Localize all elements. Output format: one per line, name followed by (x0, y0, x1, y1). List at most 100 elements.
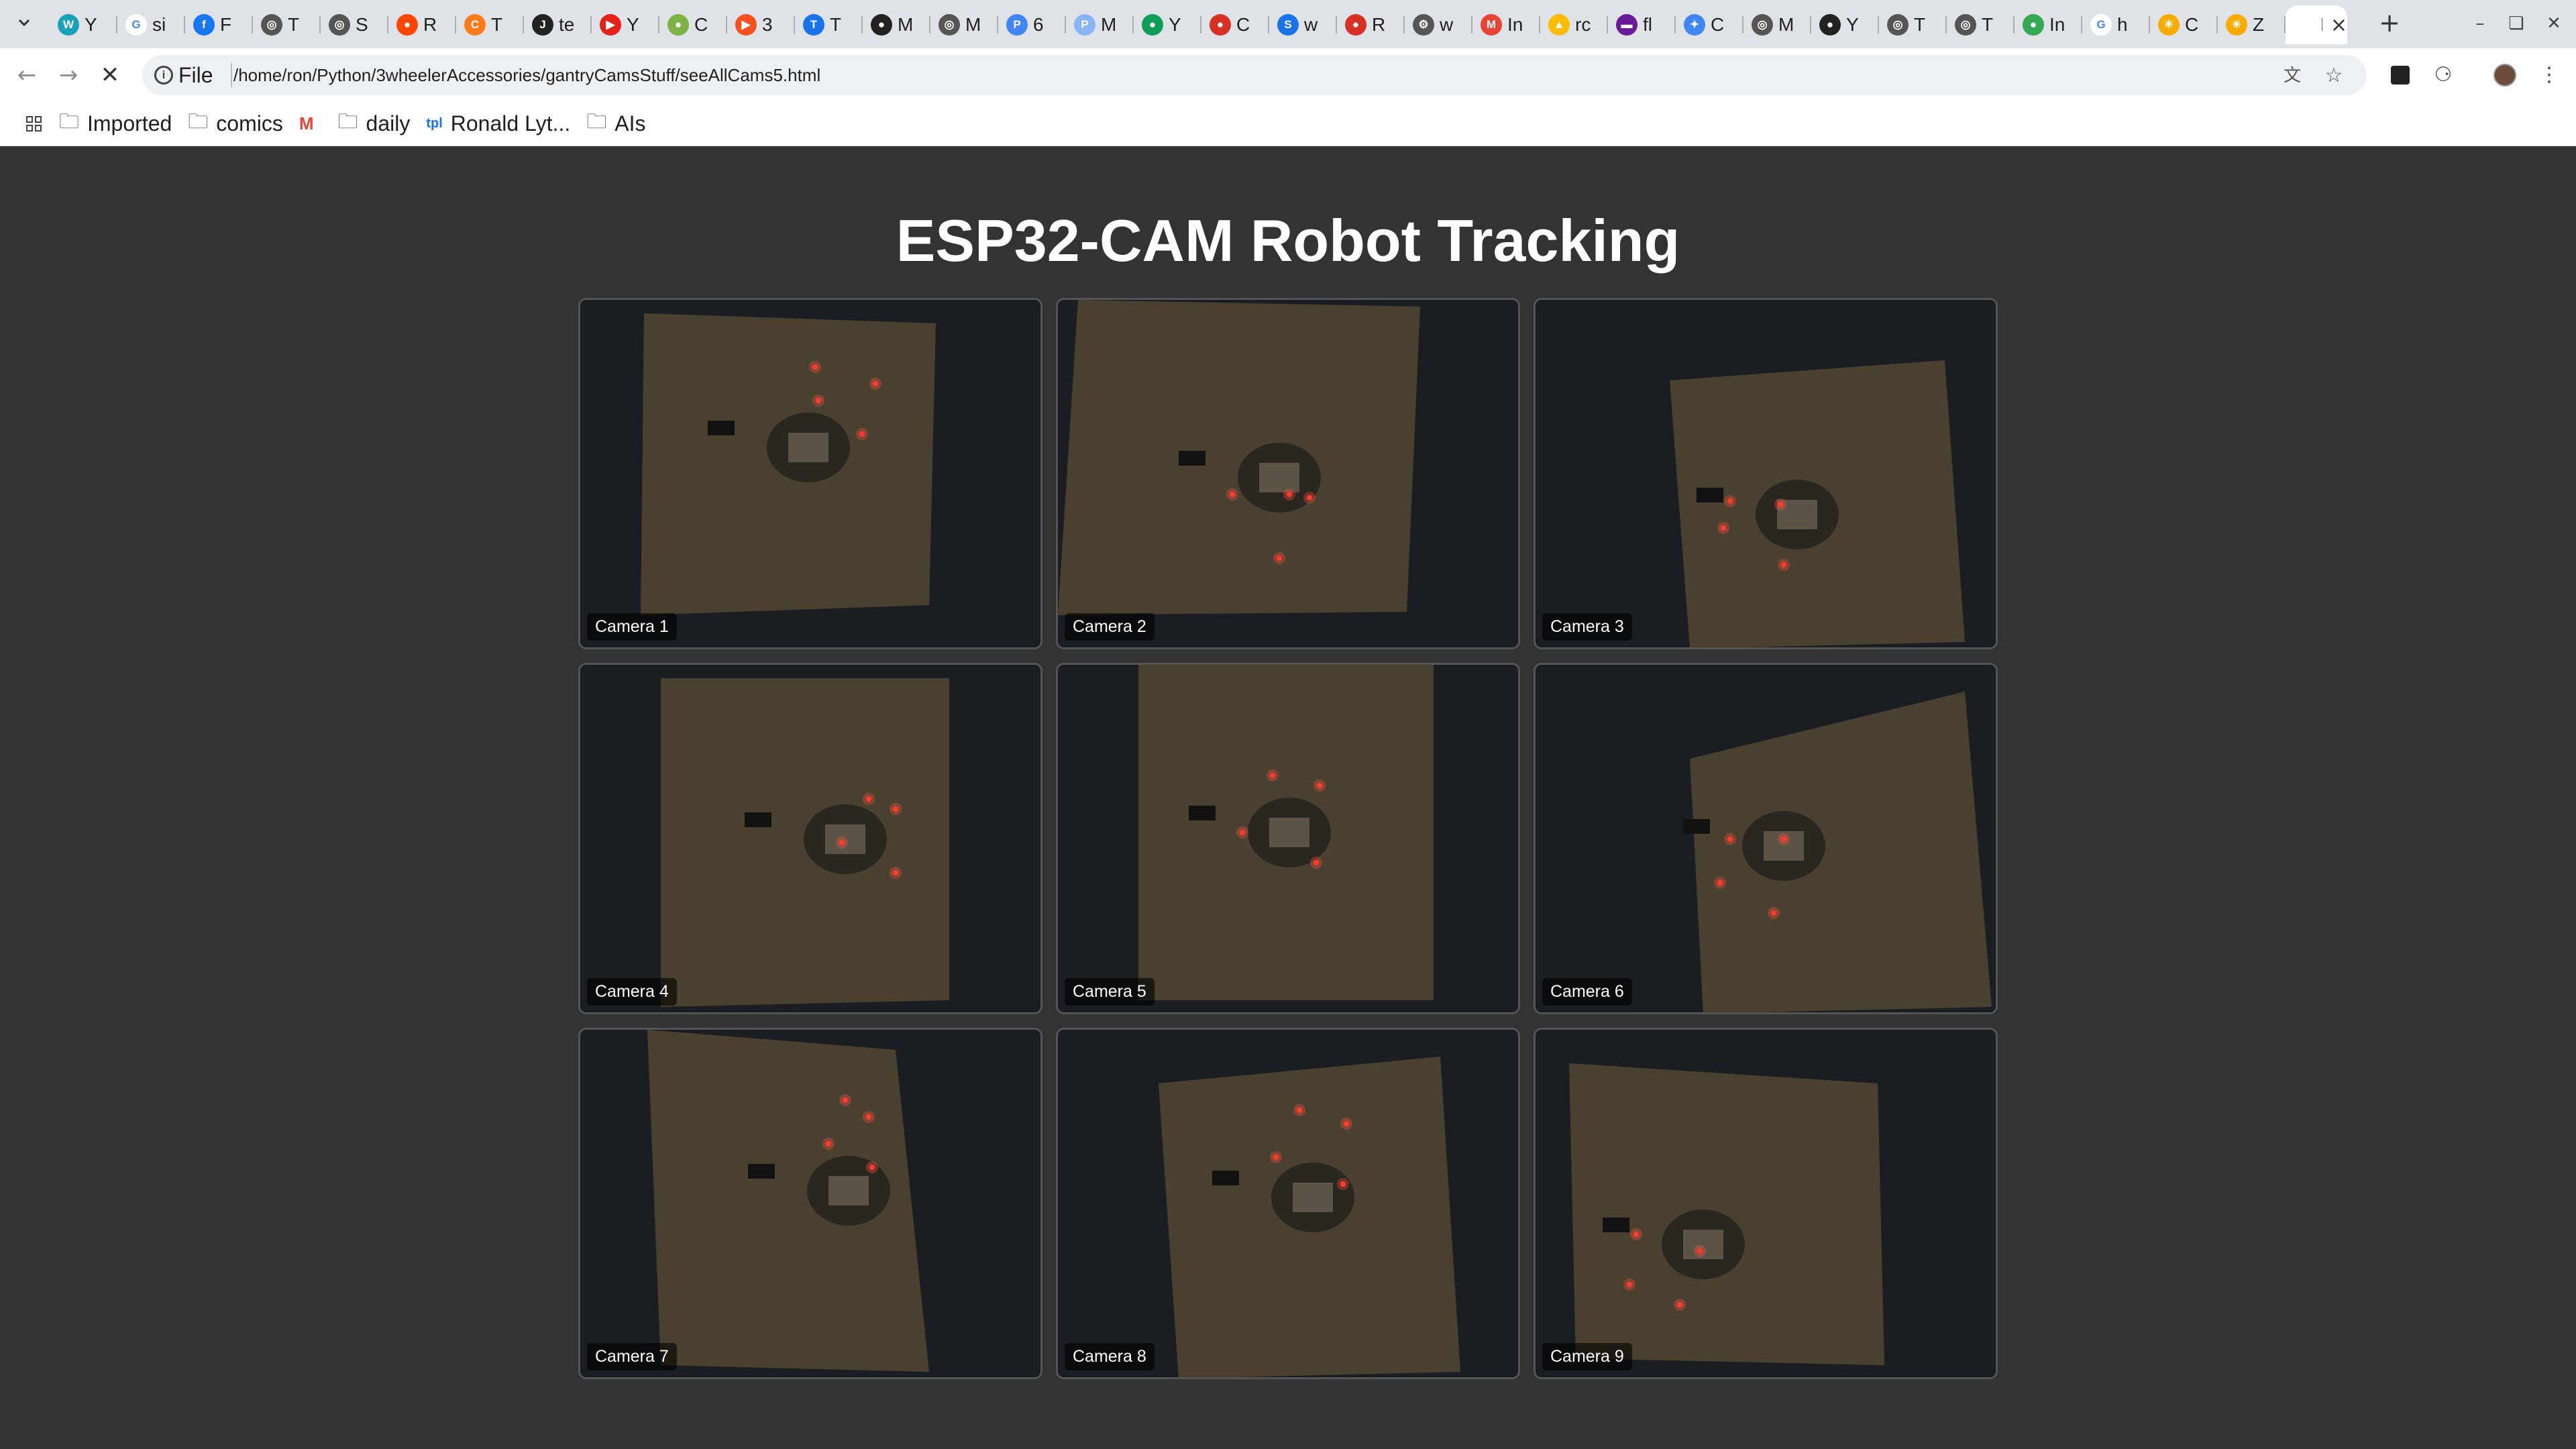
bookmarks-bar: 🗀 Imported 🗀 comics M 🗀 daily tpl Ronald Lyt... 🗀… (0, 102, 2576, 146)
bookmark-item[interactable]: tpl Ronald Lyt... (418, 107, 578, 141)
browser-tab[interactable]: ● In (2015, 5, 2082, 44)
browser-tab[interactable]: CT (456, 5, 524, 44)
bookmark-item[interactable]: 🗀 daily (330, 107, 419, 141)
address-url[interactable]: /home/ron/Python/3wheelerAccessories/gan… (233, 65, 820, 86)
bookmark-star-icon[interactable]: ☆ (2322, 64, 2345, 87)
tracking-led (1277, 555, 1282, 561)
browser-tab[interactable]: M In (1472, 5, 1540, 44)
browser-tab[interactable]: ◎ M (930, 5, 998, 44)
tab-title: T (1982, 14, 1994, 35)
browser-tab[interactable]: ◎ T (253, 5, 321, 44)
bookmark-item[interactable]: 🗀 AIs (578, 107, 653, 141)
browser-tab[interactable]: ◎ T (1879, 5, 1947, 44)
apps-grid-icon (26, 115, 42, 131)
browser-tab[interactable]: Gh (2082, 5, 2150, 44)
browser-tab[interactable]: ▬ fl (1608, 5, 1676, 44)
tab-title: C (2185, 14, 2199, 35)
bookmark-item[interactable]: 🗀 comics (180, 107, 291, 141)
board-surface (1569, 1063, 1884, 1365)
openai-icon: ◎ (1955, 14, 1976, 36)
browser-tab[interactable]: ✦ C (1676, 5, 1743, 44)
camera-label: Camera 4 (587, 978, 677, 1006)
extensions-puzzle-icon[interactable]: ⚆ (2430, 62, 2457, 89)
folder-icon: 🗀 (188, 111, 209, 133)
browser-tab[interactable]: ▶ 3 (727, 5, 795, 44)
site-info-icon[interactable]: i (154, 66, 173, 85)
browser-tab[interactable]: ✳ C (2150, 5, 2218, 44)
browser-tab[interactable]: P6 (998, 5, 1066, 44)
close-tab-icon[interactable]: × (2330, 13, 2347, 37)
browser-tab[interactable]: ▶ Y (592, 5, 659, 44)
camera-label: Camera 5 (1065, 978, 1155, 1006)
camera-feed-8: Camera 8 (1056, 1028, 1520, 1379)
minimize-button[interactable]: – (2463, 7, 2497, 40)
camera-label: Camera 2 (1065, 613, 1155, 641)
browser-tab[interactable]: TT (795, 5, 863, 44)
tracking-led (1697, 1248, 1703, 1254)
avatar[interactable] (2491, 62, 2518, 89)
apps-button[interactable] (17, 107, 51, 141)
battery-pack (1189, 806, 1216, 820)
browser-tab[interactable]: ◎ M (1743, 5, 1811, 44)
tab-icon: ✳ (2226, 14, 2247, 36)
tab-title: T (288, 14, 300, 35)
camera-label: Camera 9 (1542, 1343, 1632, 1371)
new-tab-button[interactable]: + (2375, 8, 2404, 38)
browser-tab[interactable]: ● C (1201, 5, 1269, 44)
tab-search-button[interactable] (9, 8, 39, 38)
browser-tab[interactable]: ▲ rc (1540, 5, 1608, 44)
browser-tab[interactable]: WY (50, 5, 117, 44)
tab-title: Y (1169, 14, 1181, 35)
tracking-led (1317, 783, 1322, 788)
tracking-led (1230, 492, 1235, 497)
address-bar[interactable]: i File /home/ron/Python/3wheelerAccessor… (142, 55, 2367, 95)
tab-title: 6 (1033, 14, 1044, 35)
camera-image (1536, 665, 1996, 1012)
bookmark-item[interactable]: 🗀 Imported (51, 107, 180, 141)
browser-tab[interactable]: PM (1066, 5, 1134, 44)
tab-icon: P (1074, 14, 1095, 36)
bookmark-list: 🗀 Imported 🗀 comics M 🗀 daily tpl Ronald Lyt... 🗀… (51, 107, 653, 141)
browser-tab[interactable]: ⚙ w (1405, 5, 1472, 44)
restore-button[interactable]: ❏ (2500, 7, 2533, 40)
tracking-led (893, 870, 898, 875)
gemini-icon: ✦ (1684, 14, 1705, 36)
camera-image (1058, 1030, 1518, 1377)
tracking-led (1778, 502, 1783, 507)
browser-tab[interactable]: E× (2286, 5, 2347, 44)
back-button[interactable]: ← (11, 59, 43, 91)
browser-tab[interactable]: ● M (863, 5, 930, 44)
browser-tab[interactable]: ● Y (1134, 5, 1201, 44)
battery-pack (1212, 1171, 1239, 1185)
robot-board (1293, 1183, 1333, 1212)
tracking-led (866, 796, 871, 802)
browser-tab[interactable]: Sw (1269, 5, 1337, 44)
browser-tab[interactable]: ✳ Z (2218, 5, 2286, 44)
browser-tab[interactable]: fF (185, 5, 253, 44)
translate-icon[interactable]: 文 (2281, 64, 2304, 87)
camera-feed-7: Camera 7 (578, 1028, 1042, 1379)
camera-image (1058, 665, 1518, 1012)
browser-tab[interactable]: ● C (659, 5, 727, 44)
tab-title: C (694, 14, 708, 35)
stop-loading-button[interactable]: ✕ (94, 59, 126, 91)
tracking-led (1240, 830, 1245, 835)
tab-title: R (1372, 14, 1386, 35)
tracking-led (1727, 498, 1733, 504)
tracking-led (1717, 880, 1723, 885)
tab-icon: S (1277, 14, 1299, 36)
close-window-button[interactable]: ✕ (2537, 7, 2571, 40)
browser-tab[interactable]: ◎ S (321, 5, 388, 44)
browser-tab[interactable]: ● R (1337, 5, 1405, 44)
browser-tab[interactable]: ● Y (1811, 5, 1879, 44)
menu-kebab-icon[interactable]: ⋮ (2536, 62, 2563, 89)
camera-image (1058, 300, 1518, 647)
tab-icon: ▬ (1616, 14, 1638, 36)
bookmark-item[interactable]: M (291, 107, 330, 141)
browser-tab[interactable]: Jte (524, 5, 592, 44)
browser-tab[interactable]: ◎ T (1947, 5, 2015, 44)
extension-app-icon[interactable] (2387, 62, 2414, 89)
browser-tab[interactable]: Gsi (117, 5, 185, 44)
forward-button[interactable]: → (52, 59, 85, 91)
browser-tab[interactable]: ● R (388, 5, 456, 44)
